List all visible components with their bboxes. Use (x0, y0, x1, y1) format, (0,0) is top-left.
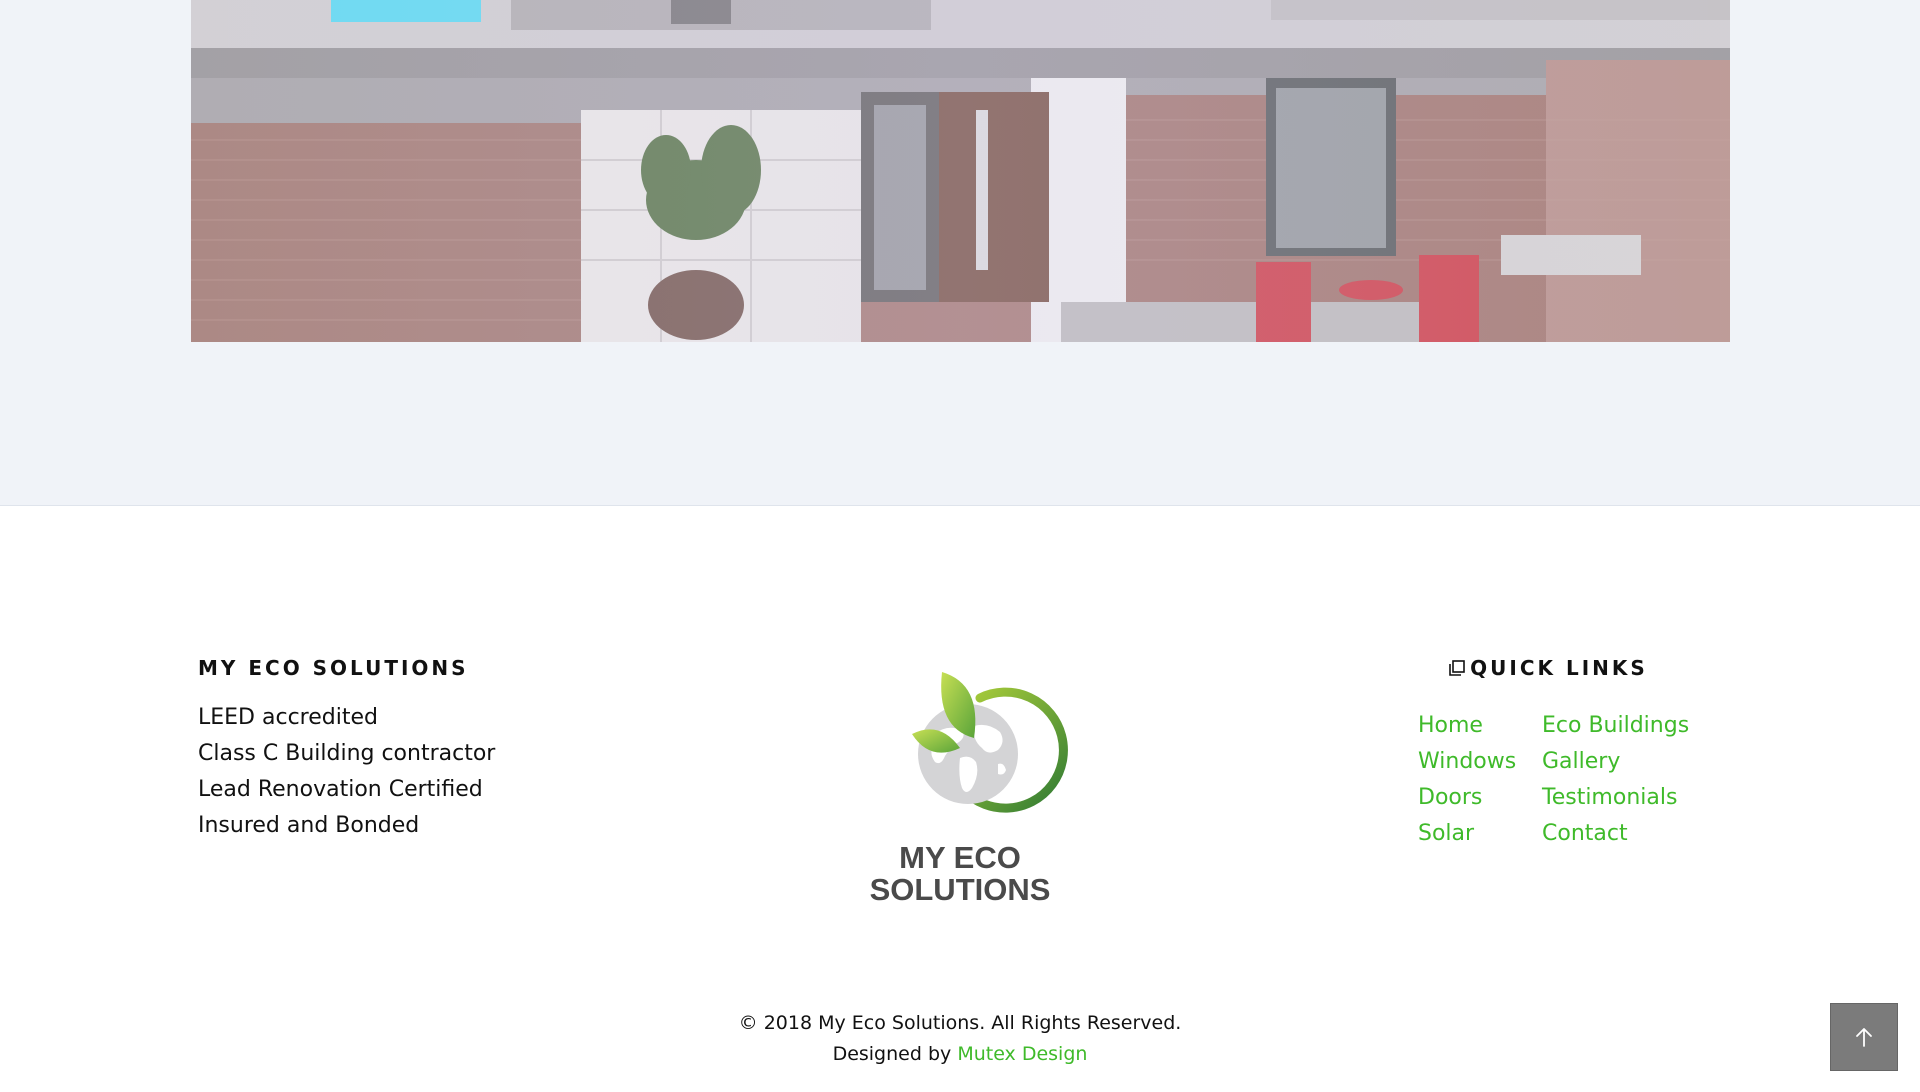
link-eco-buildings[interactable]: Eco Buildings (1542, 708, 1718, 744)
footer-about: MY ECO SOLUTIONS LEED accredited Class C… (198, 656, 495, 844)
link-gallery[interactable]: Gallery (1542, 744, 1718, 780)
about-item-lead-renovation: Lead Renovation Certified (198, 777, 483, 802)
link-contact[interactable]: Contact (1542, 816, 1718, 852)
quick-links-grid: Home Windows Doors Solar Eco Buildings G… (1418, 708, 1718, 852)
footer-quick-links: QUICK LINKS Home Windows Doors Solar Eco… (1418, 656, 1718, 852)
link-testimonials[interactable]: Testimonials (1542, 780, 1718, 816)
logo-text-line2: SOLUTIONS (869, 872, 1051, 907)
designer-link[interactable]: Mutex Design (957, 1043, 1087, 1065)
link-solar[interactable]: Solar (1418, 816, 1542, 852)
quick-links-title: QUICK LINKS (1470, 656, 1648, 680)
link-doors[interactable]: Doors (1418, 780, 1542, 816)
copy-icon (1448, 659, 1466, 677)
designed-by-line: Designed by Mutex Design (0, 1039, 1920, 1070)
about-heading: MY ECO SOLUTIONS (198, 656, 469, 680)
footer-bottom: © 2018 My Eco Solutions. All Rights Rese… (0, 1008, 1920, 1070)
logo-text-line1: MY ECO (899, 840, 1021, 875)
quick-links-column-1: Home Windows Doors Solar (1418, 708, 1542, 852)
footer-logo: MY ECO SOLUTIONS (840, 662, 1080, 912)
quick-links-column-2: Eco Buildings Gallery Testimonials Conta… (1542, 708, 1718, 852)
about-item-contractor: Class C Building contractor (198, 741, 496, 766)
globe-leaf-logo-icon (912, 672, 1068, 813)
back-to-top-button[interactable] (1830, 1003, 1898, 1071)
about-item-leed: LEED accredited (198, 705, 378, 730)
link-windows[interactable]: Windows (1418, 744, 1542, 780)
hero-image (191, 0, 1730, 342)
quick-links-heading: QUICK LINKS (1418, 656, 1678, 680)
about-list: LEED accredited Class C Building contrac… (198, 700, 495, 844)
arrow-up-icon (1856, 1028, 1872, 1047)
designed-by-label: Designed by (832, 1043, 952, 1065)
copyright-text: © 2018 My Eco Solutions. All Rights Rese… (738, 1012, 1182, 1034)
about-item-insured: Insured and Bonded (198, 813, 420, 838)
link-home[interactable]: Home (1418, 708, 1542, 744)
